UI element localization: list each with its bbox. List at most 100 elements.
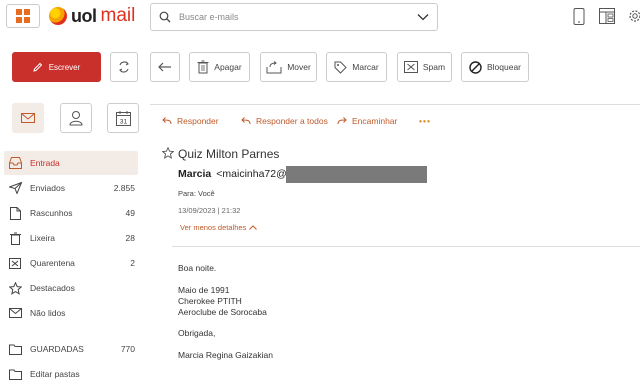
body-line: Aeroclube de Sorocaba: [178, 307, 267, 317]
refresh-button[interactable]: [110, 52, 138, 82]
reply-label: Responder: [177, 116, 219, 126]
draft-document-icon: [8, 206, 22, 220]
reply-icon: [162, 117, 172, 125]
reply-button[interactable]: Responder: [162, 116, 219, 126]
folder-label: Quarentena: [30, 258, 75, 268]
folder-label: Entrada: [30, 158, 60, 168]
block-button[interactable]: Bloquear: [461, 52, 529, 82]
message-date: 13/09/2023 | 21:32: [178, 206, 241, 215]
folder-count: 770: [120, 344, 135, 354]
star-toggle-icon[interactable]: [162, 147, 174, 159]
move-button[interactable]: Mover: [260, 52, 317, 82]
compose-button[interactable]: Escrever: [12, 52, 101, 82]
message-sender[interactable]: Marcia <maicinha72@: [178, 168, 287, 180]
delete-button[interactable]: Apagar: [189, 52, 250, 82]
details-label: Ver menos detalhes: [180, 223, 247, 232]
folder-icon: [8, 342, 22, 356]
body-line: Marcia Regina Gaizakian: [178, 350, 273, 360]
folder-label: Lixeira: [30, 233, 56, 243]
star-icon: [8, 281, 22, 295]
body-line: Maio de 1991: [178, 285, 230, 295]
folder-label: Rascunhos: [30, 208, 73, 218]
body-line: Cherokee PTITH: [178, 296, 242, 306]
back-button[interactable]: [150, 52, 180, 82]
mark-button[interactable]: Marcar: [326, 52, 387, 82]
to-value: Você: [198, 189, 215, 198]
search-icon: [159, 11, 171, 23]
calendar-day: 31: [119, 118, 127, 125]
apps-grid-button[interactable]: [6, 4, 40, 28]
apps-grid-icon: [16, 9, 30, 23]
reply-all-button[interactable]: Responder a todos: [241, 116, 328, 126]
folder-trash[interactable]: Lixeira 28: [4, 226, 138, 250]
folder-starred[interactable]: Destacados: [4, 276, 138, 300]
reply-all-icon: [241, 117, 251, 125]
folder-label: Não lidos: [30, 308, 66, 318]
sender-email: <maicinha72@: [216, 168, 287, 180]
folder-drafts[interactable]: Rascunhos 49: [4, 201, 138, 225]
edit-folder-icon: [8, 367, 22, 381]
message-pane: [150, 104, 640, 374]
layout-view-icon[interactable]: [598, 7, 616, 25]
chevron-up-icon: [249, 225, 258, 230]
person-icon: [69, 111, 83, 126]
calendar-icon: 31: [115, 110, 131, 126]
tab-mail[interactable]: [12, 103, 44, 133]
mark-label: Marcar: [352, 62, 379, 72]
send-icon: [8, 181, 22, 195]
chevron-down-icon[interactable]: [417, 13, 429, 21]
edit-folders-link[interactable]: Editar pastas: [4, 362, 138, 386]
trash-icon: [8, 231, 22, 245]
unread-envelope-icon: [8, 306, 22, 320]
refresh-icon: [119, 61, 129, 73]
folder-count: 2.855: [113, 183, 135, 193]
more-options-icon: •••: [419, 116, 431, 126]
to-label: Para:: [178, 189, 196, 198]
folder-count: 49: [125, 208, 135, 218]
logo-suffix: mail: [100, 5, 136, 26]
uol-mail-logo[interactable]: uol mail: [49, 5, 135, 27]
forward-label: Encaminhar: [352, 116, 398, 126]
body-line: Boa noite.: [178, 263, 217, 273]
folder-sent[interactable]: Enviados 2.855: [4, 176, 138, 200]
folder-label: Destacados: [30, 283, 75, 293]
reply-all-label: Responder a todos: [256, 116, 328, 126]
pencil-icon: [33, 62, 42, 72]
folder-saved[interactable]: GUARDADAS 770: [4, 337, 138, 361]
move-folder-icon: [266, 60, 282, 73]
block-label: Bloquear: [486, 62, 522, 72]
move-label: Mover: [287, 62, 311, 72]
header-divider: [172, 246, 640, 247]
envelope-icon: [21, 113, 35, 123]
body-line: Obrigada,: [178, 328, 216, 338]
toggle-details-link[interactable]: Ver menos detalhes: [180, 223, 258, 232]
arrow-left-icon: [158, 62, 171, 72]
compose-label: Escrever: [48, 62, 81, 72]
tag-icon: [334, 61, 347, 74]
forward-button[interactable]: Encaminhar: [337, 116, 397, 126]
gear-icon[interactable]: [626, 7, 640, 25]
folder-inbox[interactable]: Entrada: [4, 151, 138, 175]
forward-icon: [337, 117, 347, 125]
folder-label: Editar pastas: [30, 369, 80, 379]
delete-label: Apagar: [214, 62, 242, 72]
redacted-email-block: [286, 166, 427, 183]
search-box[interactable]: [150, 3, 438, 31]
folder-label: GUARDADAS: [30, 344, 84, 354]
recipient-line: Para: Você: [178, 189, 215, 198]
tab-contacts[interactable]: [60, 103, 92, 133]
inbox-icon: [8, 156, 22, 170]
spam-icon: [403, 61, 418, 73]
folder-quarantine[interactable]: Quarentena 2: [4, 251, 138, 275]
mobile-app-icon[interactable]: [570, 7, 588, 25]
search-input[interactable]: [179, 12, 409, 22]
quarantine-icon: [8, 256, 22, 270]
folder-unread[interactable]: Não lidos: [4, 301, 138, 325]
spam-label: Spam: [422, 62, 446, 72]
tab-calendar[interactable]: 31: [107, 103, 139, 133]
spam-button[interactable]: Spam: [397, 52, 452, 82]
folder-count: 2: [130, 258, 135, 268]
folder-label: Enviados: [30, 183, 65, 193]
trash-icon: [197, 60, 209, 74]
more-options-button[interactable]: •••: [419, 116, 431, 126]
